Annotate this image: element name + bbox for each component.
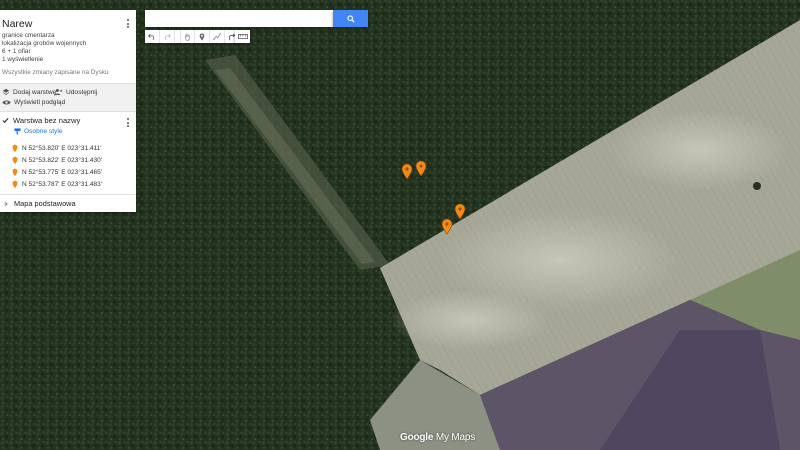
map-marker[interactable] xyxy=(454,203,466,220)
panel-actions: Dodaj warstwę Udostępnij Wyświetl podglą… xyxy=(0,83,136,112)
map-marker[interactable] xyxy=(415,160,427,177)
logo-google: Google xyxy=(400,432,434,443)
marker-pin-icon xyxy=(415,160,427,177)
google-my-maps-logo: Google My Maps xyxy=(400,432,475,443)
style-link-label: Osobne style xyxy=(24,128,63,135)
share-label: Udostępnij xyxy=(66,88,98,96)
select-pan-button[interactable] xyxy=(180,30,195,43)
map-options-kebab-icon[interactable] xyxy=(126,18,130,30)
list-item[interactable]: N 52°53.775' E 023°31.465' xyxy=(12,166,102,178)
redo-button[interactable] xyxy=(160,30,175,43)
layer-name[interactable]: Warstwa bez nazwy xyxy=(13,116,80,125)
add-layer-label: Dodaj warstwę xyxy=(13,88,57,96)
marker-pin-icon xyxy=(441,218,453,235)
marker-icon xyxy=(199,32,205,41)
paint-roller-icon xyxy=(14,128,21,135)
share-button[interactable]: Udostępnij xyxy=(54,88,97,96)
place-label: N 52°53.775' E 023°31.465' xyxy=(22,168,102,176)
add-marker-button[interactable] xyxy=(195,30,210,43)
layers-icon xyxy=(2,88,10,95)
map-description[interactable]: granice cmentarza lokalizacja grobów woj… xyxy=(2,32,86,64)
individual-styles-link[interactable]: Osobne style xyxy=(14,128,62,135)
list-item[interactable]: N 52°53.822' E 023°31.430' xyxy=(12,154,102,166)
draw-line-icon xyxy=(213,32,221,40)
search-input[interactable] xyxy=(145,10,333,27)
ruler-icon xyxy=(237,34,248,39)
saved-status: Wszystkie zmiany zapisane na Dysku xyxy=(2,69,109,76)
undo-button[interactable] xyxy=(145,30,160,43)
description-line: 1 wyświetlenie xyxy=(2,56,44,63)
edit-toolbar xyxy=(145,30,240,43)
list-item[interactable]: N 52°53.820' E 023°31.411' xyxy=(12,142,102,154)
preview-label: Wyświetl podgląd xyxy=(14,99,66,106)
expand-arrow-icon xyxy=(3,200,9,207)
draw-line-button[interactable] xyxy=(210,30,225,43)
preview-button[interactable]: Wyświetl podgląd xyxy=(2,99,65,106)
checkmark-icon xyxy=(2,117,9,124)
description-line: granice cmentarza xyxy=(2,32,55,39)
layer-options-kebab-icon[interactable] xyxy=(126,117,130,129)
place-label: N 52°53.822' E 023°31.430' xyxy=(22,156,102,164)
measure-button[interactable] xyxy=(235,30,250,43)
marker-pin-icon xyxy=(12,180,18,188)
undo-icon xyxy=(148,33,155,40)
base-map-toggle[interactable]: Mapa podstawowa xyxy=(0,194,136,212)
marker-pin-icon xyxy=(454,203,466,220)
list-item[interactable]: N 52°53.787' E 023°31.483' xyxy=(12,178,102,190)
description-line: lokalizacja grobów wojennych xyxy=(2,40,87,47)
add-layer-button[interactable]: Dodaj warstwę xyxy=(2,88,56,96)
description-line: 6 + 1 ofiar xyxy=(2,48,31,55)
layer-header: Warstwa bez nazwy xyxy=(2,116,80,125)
add-person-icon xyxy=(54,89,63,95)
layer-visibility-checkbox[interactable] xyxy=(2,117,9,124)
base-map-label: Mapa podstawowa xyxy=(14,199,76,208)
hand-icon xyxy=(185,33,190,41)
map-marker[interactable] xyxy=(441,218,453,235)
map-legend-panel: Narew granice cmentarza lokalizacja grob… xyxy=(0,10,136,212)
marker-pin-icon xyxy=(12,168,18,176)
marker-pin-icon xyxy=(401,163,413,180)
logo-suffix: My Maps xyxy=(435,432,476,443)
eye-icon xyxy=(2,100,11,105)
map-marker[interactable] xyxy=(401,163,413,180)
search-icon xyxy=(346,14,355,23)
place-label: N 52°53.820' E 023°31.411' xyxy=(22,144,102,152)
search-button[interactable] xyxy=(333,10,368,27)
place-label: N 52°53.787' E 023°31.483' xyxy=(22,180,102,188)
marker-pin-icon xyxy=(12,156,18,164)
map-title[interactable]: Narew xyxy=(2,18,32,30)
marker-pin-icon xyxy=(12,144,18,152)
redo-icon xyxy=(164,33,171,40)
places-list: N 52°53.820' E 023°31.411' N 52°53.822' … xyxy=(12,142,102,190)
